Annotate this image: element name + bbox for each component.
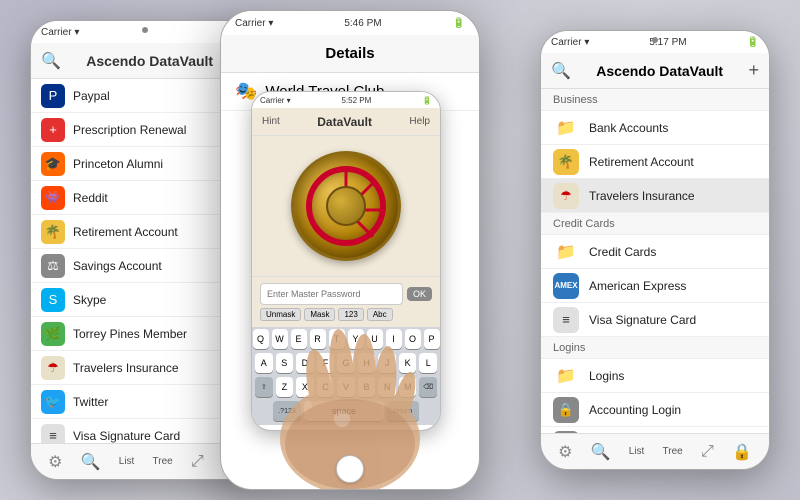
left-carrier: Carrier ▾ bbox=[41, 27, 79, 38]
rx-icon: + bbox=[41, 118, 65, 142]
accounting-label: Accounting Login bbox=[589, 403, 681, 417]
left-title: Ascendo DataVault bbox=[86, 53, 213, 69]
list-item[interactable]: ☂ Travelers Insurance bbox=[541, 179, 769, 213]
right-phone: Carrier ▾ 5:17 PM 🔋 🔍 Ascendo DataVault … bbox=[540, 30, 770, 470]
left-settings-icon[interactable]: ⚙ bbox=[48, 452, 62, 472]
prescription-label: Prescription Renewal bbox=[73, 123, 186, 137]
retirement-label: Retirement Account bbox=[73, 225, 178, 239]
right-tree-btn[interactable]: Tree bbox=[663, 446, 683, 457]
list-item[interactable]: 🌴 Retirement Account bbox=[541, 145, 769, 179]
torrey-label: Torrey Pines Member bbox=[73, 327, 187, 341]
inner-status-bar: Carrier ▾ 5:52 PM 🔋 bbox=[252, 92, 440, 108]
right-lock-icon[interactable]: 🔒 bbox=[732, 442, 752, 462]
list-item[interactable]: 🔒 Accounting Login bbox=[541, 393, 769, 427]
middle-time: 5:46 PM bbox=[344, 18, 381, 29]
travelers-r-icon: ☂ bbox=[553, 183, 579, 209]
bank-label: Bank Accounts bbox=[589, 121, 668, 135]
savings-icon: ⚖ bbox=[41, 254, 65, 278]
vault-area bbox=[252, 136, 440, 276]
inner-battery: 🔋 bbox=[422, 96, 432, 105]
logins-folder-label: Logins bbox=[589, 369, 624, 383]
vault-icon bbox=[291, 151, 401, 261]
inner-help[interactable]: Help bbox=[409, 116, 430, 127]
reddit-icon: 👾 bbox=[41, 186, 65, 210]
travelers-r-label: Travelers Insurance bbox=[589, 189, 695, 203]
vault-center bbox=[326, 186, 366, 226]
middle-phone: Carrier ▾ 5:46 PM 🔋 Details 🎭 World Trav… bbox=[220, 10, 480, 490]
middle-carrier: Carrier ▾ bbox=[235, 18, 273, 29]
middle-home-button[interactable] bbox=[336, 455, 364, 483]
list-item[interactable]: AMEX American Express bbox=[541, 269, 769, 303]
twitter-icon: 🐦 bbox=[41, 390, 65, 414]
retirement-icon: 🌴 bbox=[41, 220, 65, 244]
business-section-header: Business bbox=[541, 89, 769, 111]
inner-time: 5:52 PM bbox=[341, 96, 371, 105]
top-dot bbox=[142, 27, 148, 33]
savings-label: Savings Account bbox=[73, 259, 162, 273]
business-label: Business bbox=[553, 94, 598, 106]
right-nav-bar: 🔍 Ascendo DataVault + bbox=[541, 53, 769, 89]
cc-folder-icon: 📁 bbox=[553, 239, 579, 265]
left-search-bottom-icon[interactable]: 🔍 bbox=[81, 452, 101, 472]
inner-hint[interactable]: Hint bbox=[262, 116, 280, 127]
accounting-icon: 🔒 bbox=[553, 397, 579, 423]
retirement-r-label: Retirement Account bbox=[589, 155, 694, 169]
left-list-btn[interactable]: List bbox=[119, 456, 135, 467]
list-item[interactable]: 📁 Bank Accounts bbox=[541, 111, 769, 145]
credit-cards-label: Credit Cards bbox=[553, 218, 615, 230]
travelers-label: Travelers Insurance bbox=[73, 361, 179, 375]
logins-section-header: Logins bbox=[541, 337, 769, 359]
visa-r-icon: ≡ bbox=[553, 307, 579, 333]
middle-detail-title: Details bbox=[325, 45, 374, 62]
right-list-btn[interactable]: List bbox=[629, 446, 645, 457]
middle-status-bar: Carrier ▾ 5:46 PM 🔋 bbox=[221, 11, 479, 35]
visa-icon: ≡ bbox=[41, 424, 65, 444]
right-list-area: Business 📁 Bank Accounts 🌴 Retirement Ac… bbox=[541, 89, 769, 433]
credit-cards-section-header: Credit Cards bbox=[541, 213, 769, 235]
middle-battery-icon: 🔋 bbox=[453, 18, 465, 29]
torrey-icon: 🌿 bbox=[41, 322, 65, 346]
inner-carrier: Carrier ▾ bbox=[260, 96, 291, 105]
retirement-r-icon: 🌴 bbox=[553, 149, 579, 175]
cc-folder-label: Credit Cards bbox=[589, 245, 656, 259]
visa-label: Visa Signature Card bbox=[73, 429, 180, 443]
right-title: Ascendo DataVault bbox=[596, 63, 723, 79]
right-bottom-bar: ⚙ 🔍 List Tree ⤢ 🔒 bbox=[541, 433, 769, 469]
middle-detail-header: Details bbox=[221, 35, 479, 73]
list-item[interactable]: 📁 Credit Cards bbox=[541, 235, 769, 269]
skype-label: Skype bbox=[73, 293, 106, 307]
left-expand-icon[interactable]: ⤢ bbox=[191, 453, 204, 471]
twitter-label: Twitter bbox=[73, 395, 108, 409]
right-carrier: Carrier ▾ bbox=[551, 37, 589, 48]
right-expand-icon[interactable]: ⤢ bbox=[701, 443, 714, 461]
left-tree-btn[interactable]: Tree bbox=[153, 456, 173, 467]
logins-folder-icon: 📁 bbox=[553, 363, 579, 389]
right-search-icon[interactable]: 🔍 bbox=[551, 61, 571, 81]
inner-nav-title: DataVault bbox=[317, 115, 372, 129]
reddit-label: Reddit bbox=[73, 191, 108, 205]
left-search-icon[interactable]: 🔍 bbox=[41, 51, 61, 71]
list-item[interactable]: 📁 Logins bbox=[541, 359, 769, 393]
amex-icon: AMEX bbox=[553, 273, 579, 299]
right-search-bottom-icon[interactable]: 🔍 bbox=[591, 442, 611, 462]
right-settings-icon[interactable]: ⚙ bbox=[558, 442, 572, 462]
bank-icon: 📁 bbox=[553, 115, 579, 141]
right-battery-icon: 🔋 bbox=[747, 37, 759, 48]
visa-r-label: Visa Signature Card bbox=[589, 313, 696, 327]
amex-label: American Express bbox=[589, 279, 686, 293]
right-add-icon[interactable]: + bbox=[748, 60, 759, 81]
princeton-label: Princeton Alumni bbox=[73, 157, 163, 171]
paypal-icon: P bbox=[41, 84, 65, 108]
travelers-icon: ☂ bbox=[41, 356, 65, 380]
logins-label: Logins bbox=[553, 342, 585, 354]
skype-icon: S bbox=[41, 288, 65, 312]
list-item[interactable]: ≡ Visa Signature Card bbox=[541, 303, 769, 337]
right-top-dot bbox=[652, 37, 658, 43]
princeton-icon: 🎓 bbox=[41, 152, 65, 176]
inner-nav-bar: Hint DataVault Help bbox=[252, 108, 440, 136]
paypal-label: Paypal bbox=[73, 89, 110, 103]
